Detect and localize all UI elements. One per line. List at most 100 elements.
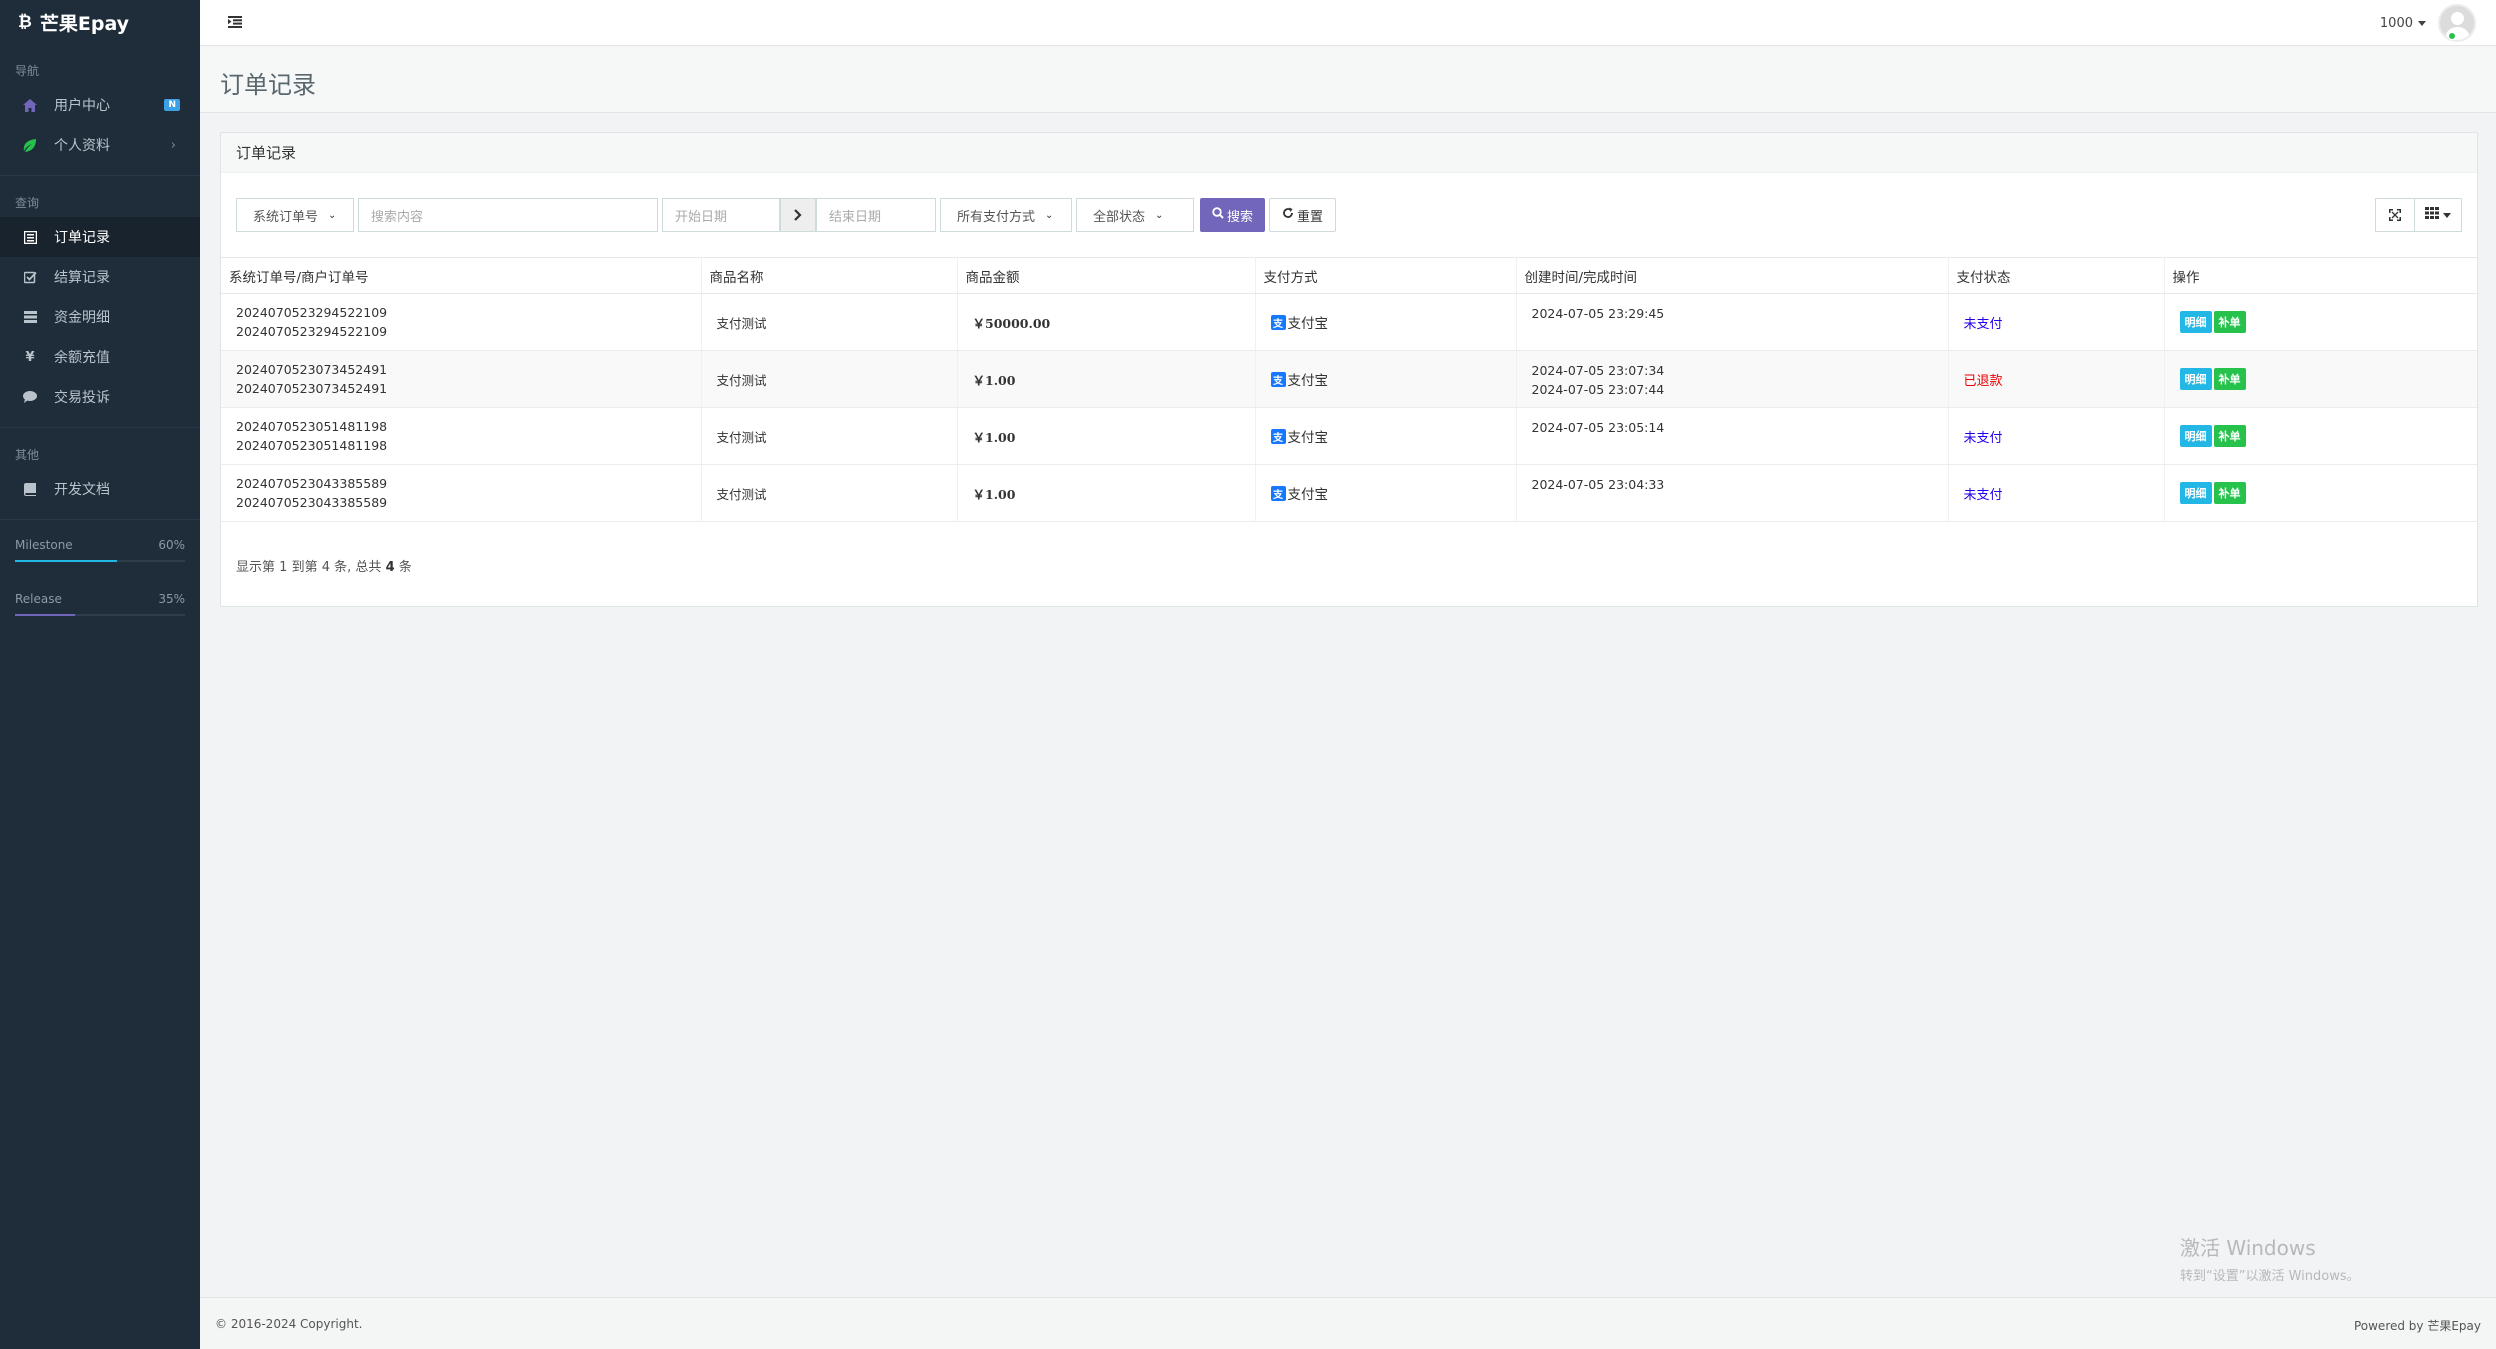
progress-track	[15, 560, 185, 562]
placeholder: 结束日期	[829, 209, 882, 225]
sidebar-item-recharge[interactable]: ¥ 余额充值	[0, 337, 200, 377]
column-header[interactable]: 支付状态	[1948, 257, 2165, 294]
sidebar-item-label: 余额充值	[54, 350, 110, 366]
copyright: © 2016-2024 Copyright.	[215, 1317, 363, 1331]
amount-cell: ￥1.00	[957, 350, 1256, 408]
pay-method-cell: 支支付宝	[1255, 293, 1517, 351]
reissue-button[interactable]: 补单	[2213, 368, 2246, 390]
actions-cell: 明细 补单	[2164, 350, 2477, 408]
product-cell: 支付测试	[701, 293, 958, 351]
powered-by[interactable]: Powered by 芒果Epay	[2354, 1317, 2481, 1334]
search-button[interactable]: 搜索	[1200, 198, 1266, 232]
column-header[interactable]: 创建时间/完成时间	[1516, 257, 1949, 294]
merchant-order-no: 2024070523073452491	[236, 381, 388, 396]
time-cell: 2024-07-05 23:07:34 2024-07-05 23:07:44	[1516, 350, 1949, 408]
indent-icon[interactable]	[228, 14, 242, 32]
brand[interactable]: ₿ 芒果Epay	[0, 0, 200, 44]
new-badge: N	[164, 99, 180, 111]
column-header[interactable]: 操作	[2164, 257, 2477, 294]
sidebar-item-complaints[interactable]: 交易投诉	[0, 377, 200, 417]
column-header[interactable]: 支付方式	[1255, 257, 1517, 294]
sidebar-item-label: 结算记录	[54, 270, 110, 286]
sidebar-item-settlements[interactable]: 结算记录	[0, 257, 200, 297]
columns-toggle-button[interactable]	[2414, 198, 2462, 232]
order-number-cell: 2024070523043385589 2024070523043385589	[221, 464, 702, 522]
created-time: 2024-07-05 23:07:34	[1531, 363, 1665, 378]
chevron-down-icon: ⌄	[1155, 209, 1164, 221]
list-alt-icon	[22, 230, 38, 244]
status-badge: 已退款	[1963, 373, 2003, 389]
product-cell: 支付测试	[701, 407, 958, 465]
nav-header-other: 其他	[15, 448, 40, 462]
sidebar: ₿ 芒果Epay 导航 用户中心 N 个人资料 › 查询 订单记录 结算记录 资…	[0, 0, 200, 1349]
search-type-select[interactable]: 系统订单号 ⌄	[236, 198, 354, 232]
status-cell: 已退款	[1948, 350, 2165, 408]
home-icon	[22, 98, 38, 112]
pay-method-cell: 支支付宝	[1255, 407, 1517, 465]
status-badge: 未支付	[1963, 430, 2003, 446]
pagination-info: 显示第 1 到第 4 条, 总共 4 条	[236, 556, 412, 575]
detail-button[interactable]: 明细	[2179, 482, 2212, 504]
caret-down-icon	[2418, 20, 2426, 26]
watermark-subtitle: 转到“设置”以激活 Windows。	[2180, 1269, 2360, 1284]
pay-method: 支付宝	[1287, 316, 1329, 332]
sidebar-item-profile[interactable]: 个人资料 ›	[0, 125, 200, 165]
end-date-input[interactable]: 结束日期	[816, 198, 936, 232]
progress-value: 60%	[158, 538, 185, 552]
progress-value: 35%	[158, 592, 185, 606]
sidebar-item-funds[interactable]: 资金明细	[0, 297, 200, 337]
filter-toolbar: 系统订单号 ⌄ 搜索内容 开始日期 结束日期 所有支付方式 ⌄ 全部状态 ⌄ 搜…	[236, 198, 1337, 232]
alipay-icon: 支	[1270, 314, 1286, 330]
column-header[interactable]: 商品金额	[957, 257, 1256, 294]
grid-icon	[2425, 207, 2439, 223]
progress-label: Milestone	[15, 538, 73, 552]
select-value: 系统订单号	[253, 209, 319, 225]
progress-fill	[15, 614, 75, 616]
column-header[interactable]: 商品名称	[701, 257, 958, 294]
system-order-no: 2024070523294522109	[236, 305, 388, 320]
online-status-dot	[2448, 32, 2456, 40]
reset-button[interactable]: 重置	[1269, 198, 1337, 232]
table-header-row: 系统订单号/商户订单号 商品名称 商品金额 支付方式 创建时间/完成时间 支付状…	[221, 257, 2477, 294]
bitcoin-icon: ₿	[18, 12, 32, 32]
start-date-input[interactable]: 开始日期	[662, 198, 780, 232]
amount-cell: ￥50000.00	[957, 293, 1256, 351]
placeholder: 搜索内容	[371, 209, 424, 225]
chevron-down-icon: ⌄	[1045, 209, 1054, 221]
reissue-button[interactable]: 补单	[2213, 482, 2246, 504]
pagination-text: 到第	[291, 560, 318, 575]
panel-heading: 订单记录	[221, 133, 2477, 173]
select-value: 全部状态	[1093, 209, 1146, 225]
pay-method-cell: 支支付宝	[1255, 464, 1517, 522]
progress-label: Release	[15, 592, 62, 606]
detail-button[interactable]: 明细	[2179, 425, 2212, 447]
detail-button[interactable]: 明细	[2179, 368, 2212, 390]
actions-cell: 明细 补单	[2164, 407, 2477, 465]
select-value: 所有支付方式	[957, 209, 1036, 225]
pay-method: 支付宝	[1287, 373, 1329, 389]
detail-button[interactable]: 明细	[2179, 311, 2212, 333]
reissue-button[interactable]: 补单	[2213, 311, 2246, 333]
orders-table: 系统订单号/商户订单号 商品名称 商品金额 支付方式 创建时间/完成时间 支付状…	[221, 257, 2477, 522]
sidebar-item-user-center[interactable]: 用户中心 N	[0, 85, 200, 125]
sidebar-item-label: 个人资料	[54, 138, 110, 154]
divider	[0, 519, 200, 520]
search-input[interactable]: 搜索内容	[358, 198, 658, 232]
fullscreen-icon[interactable]	[2375, 198, 2415, 232]
avatar[interactable]	[2438, 4, 2476, 42]
username: 1000	[2379, 15, 2413, 31]
product-cell: 支付测试	[701, 350, 958, 408]
pay-type-select[interactable]: 所有支付方式 ⌄	[940, 198, 1072, 232]
merchant-order-no: 2024070523043385589	[236, 495, 388, 510]
sidebar-item-dev-docs[interactable]: 开发文档	[0, 469, 200, 509]
pay-method: 支付宝	[1287, 487, 1329, 503]
reissue-button[interactable]: 补单	[2213, 425, 2246, 447]
progress-track	[15, 614, 185, 616]
time-cell: 2024-07-05 23:05:14	[1516, 407, 1949, 465]
status-select[interactable]: 全部状态 ⌄	[1076, 198, 1194, 232]
table-tools	[2375, 198, 2462, 232]
order-number-cell: 2024070523051481198 2024070523051481198	[221, 407, 702, 465]
column-header[interactable]: 系统订单号/商户订单号	[221, 257, 702, 294]
user-menu[interactable]: 1000	[2380, 0, 2476, 46]
sidebar-item-orders[interactable]: 订单记录	[0, 217, 200, 257]
